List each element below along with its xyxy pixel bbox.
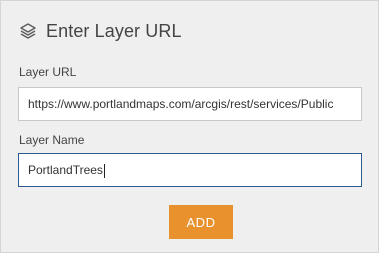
layer-name-input[interactable]: PortlandTrees — [18, 153, 362, 187]
layer-url-value: https://www.portlandmaps.com/arcgis/rest… — [28, 97, 334, 111]
layers-icon — [18, 21, 38, 41]
layer-url-label: Layer URL — [19, 65, 77, 79]
layer-name-value: PortlandTrees — [28, 163, 103, 177]
add-layer-panel: Enter Layer URL Layer URL https://www.po… — [0, 0, 379, 253]
layer-url-input[interactable]: https://www.portlandmaps.com/arcgis/rest… — [18, 87, 362, 121]
panel-header: Enter Layer URL — [18, 18, 182, 44]
text-cursor — [103, 163, 105, 178]
layer-name-label: Layer Name — [19, 133, 85, 147]
add-button[interactable]: ADD — [169, 205, 233, 239]
panel-title: Enter Layer URL — [46, 20, 182, 41]
